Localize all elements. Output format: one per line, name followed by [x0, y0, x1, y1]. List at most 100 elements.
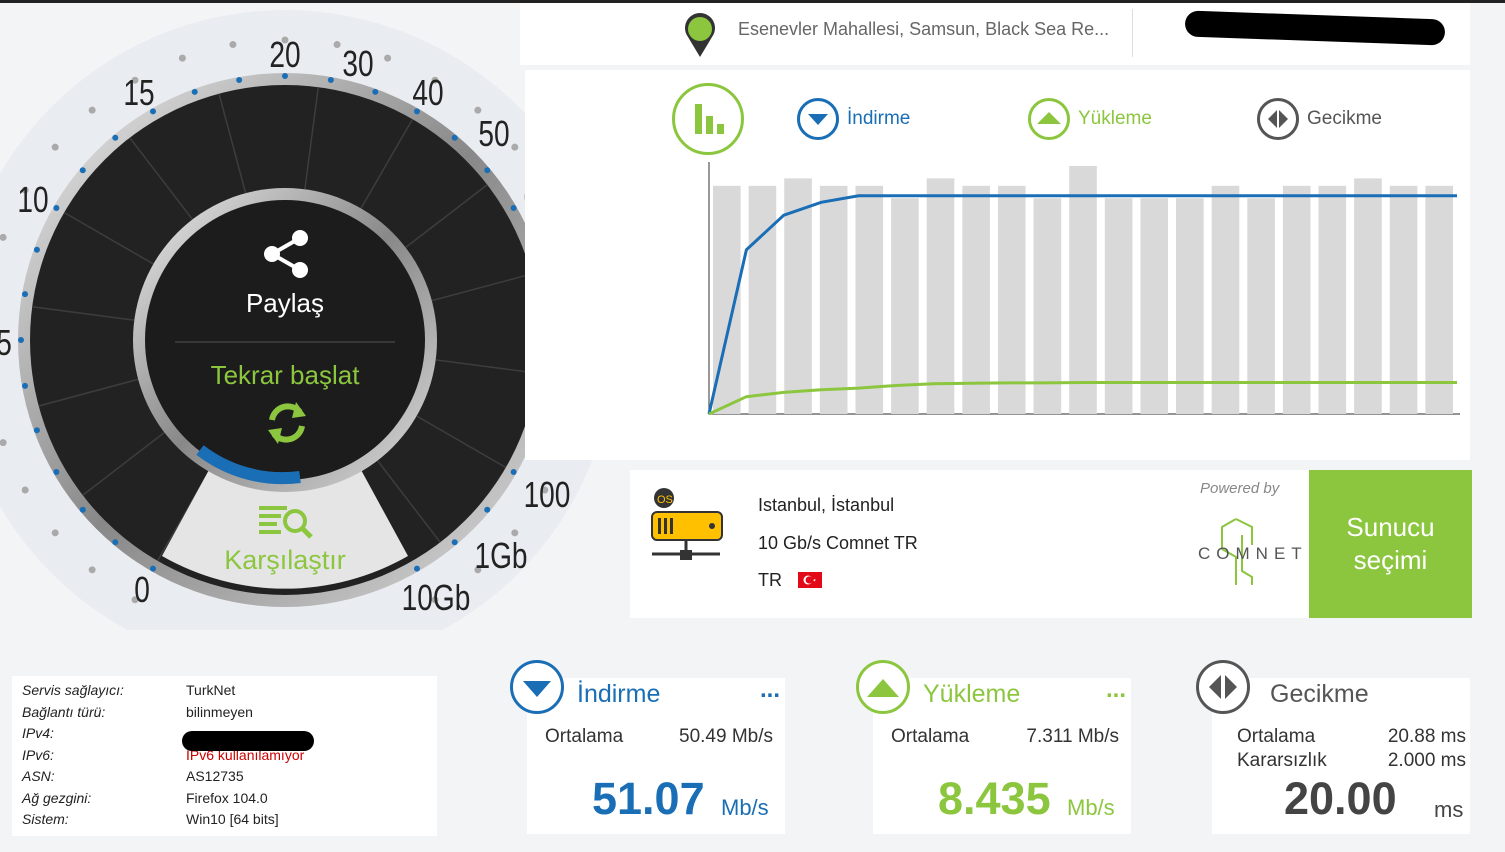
info-value: Win10 [64 bits] — [186, 811, 279, 827]
chart-bar — [1282, 185, 1311, 414]
download-avg-label: Ortalama — [545, 726, 624, 747]
latency-icon — [1257, 98, 1299, 140]
info-key: IPv4: — [22, 725, 54, 741]
gauge-marker — [112, 539, 119, 546]
svg-text:OS: OS — [657, 494, 673, 506]
gauge-marker — [53, 205, 60, 211]
upload-icon — [1028, 98, 1070, 140]
gauge-marker — [191, 88, 198, 95]
upload-card-icon — [856, 660, 910, 714]
gauge-dot — [384, 54, 392, 62]
gauge-marker — [510, 469, 517, 475]
gauge-marker — [451, 134, 458, 141]
download-more-button[interactable]: ... — [760, 676, 780, 704]
gauge-tick-label: 40 — [412, 72, 444, 113]
gauge-tick-label: 15 — [123, 72, 155, 113]
chart-bar — [891, 198, 919, 414]
server-country: TR — [758, 570, 782, 590]
gauge-tick-label: 10 — [17, 179, 49, 220]
gauge-marker — [236, 77, 243, 84]
chart-bar — [962, 185, 990, 414]
upload-avg-value: 7.311 Mb/s — [1026, 726, 1119, 747]
gauge-dot — [51, 143, 59, 151]
restart-icon[interactable] — [262, 398, 312, 453]
gauge-marker — [18, 337, 24, 343]
chart-bar — [819, 185, 848, 414]
chart-bar — [1389, 185, 1418, 414]
chart-bar — [1354, 178, 1382, 414]
gauge-dot — [178, 54, 186, 62]
gauge-dot — [333, 41, 341, 49]
compare-button[interactable]: Karşılaştır — [190, 545, 380, 576]
latency-card-icon — [1196, 660, 1250, 714]
gauge-tick-label: 20 — [269, 34, 301, 75]
latency-value: 20.00 — [1284, 773, 1397, 824]
gauge-tick-label: 100 — [523, 474, 571, 515]
restart-button[interactable]: Tekrar başlat — [170, 360, 400, 391]
upload-more-button[interactable]: ... — [1106, 676, 1126, 704]
latency-title: Gecikme — [1270, 680, 1369, 708]
legend-upload-label: Yükleme — [1078, 108, 1152, 129]
server-icon: OS — [651, 488, 723, 560]
connection-info: Servis sağlayıcı: TurkNet Bağlantı türü: bi… — [12, 676, 437, 836]
powered-by-label: Powered by — [1200, 480, 1280, 497]
gauge-tick-label: 1Gb — [474, 535, 528, 576]
gauge-marker — [484, 167, 491, 174]
download-card-icon — [510, 660, 564, 714]
compare-icon[interactable] — [257, 503, 313, 546]
upload-title: Yükleme — [923, 680, 1021, 708]
gauge-marker — [22, 382, 29, 389]
gauge-dot — [229, 41, 237, 49]
info-key: ASN: — [22, 768, 55, 784]
download-title: İndirme — [577, 680, 661, 708]
legend-download[interactable]: İndirme — [797, 98, 910, 140]
legend-upload[interactable]: Yükleme — [1028, 98, 1152, 140]
latency-jitter-value: 2.000 ms — [1387, 750, 1466, 771]
gauge-dot — [88, 566, 96, 574]
info-key: Servis sağlayıcı: — [22, 682, 124, 698]
server-host: 10 Gb/s Comnet TR — [758, 533, 918, 553]
gauge-marker — [414, 565, 420, 572]
chart-bar — [926, 178, 955, 414]
gauge-marker — [372, 88, 379, 95]
gauge-marker — [79, 167, 86, 174]
chart-bar — [855, 185, 884, 414]
gauge-marker — [327, 77, 334, 84]
info-value: TurkNet — [186, 682, 236, 698]
chart-bar — [997, 185, 1026, 414]
turkey-flag-icon — [798, 572, 822, 588]
download-value: 51.07 — [592, 773, 705, 824]
location-divider — [1132, 9, 1133, 57]
location-pin-icon — [685, 13, 715, 57]
info-value: bilinmeyen — [186, 703, 253, 720]
chart-bar — [1318, 185, 1347, 414]
info-key: Ağ gezgini: — [22, 789, 92, 806]
latency-avg-label: Ortalama — [1237, 726, 1316, 747]
download-icon — [797, 98, 839, 140]
speed-chart — [707, 162, 1460, 416]
upload-value: 8.435 — [938, 773, 1051, 824]
location-bar: Esenevler Mahallesi, Samsun, Black Sea R… — [520, 3, 1470, 65]
graph-icon[interactable] — [672, 83, 744, 155]
gauge-dot — [511, 143, 519, 151]
info-value: Firefox 104.0 — [186, 789, 268, 806]
gauge-marker — [150, 565, 156, 572]
share-button[interactable]: Paylaş — [185, 288, 385, 319]
download-unit: Mb/s — [721, 795, 769, 820]
legend-latency[interactable]: Gecikme — [1257, 98, 1382, 140]
gauge-marker — [79, 506, 86, 513]
upload-unit: Mb/s — [1067, 795, 1115, 820]
server-city: Istanbul, İstanbul — [758, 495, 895, 515]
gauge-tick-label: 10Gb — [401, 577, 471, 618]
upload-avg-label: Ortalama — [891, 726, 970, 747]
download-avg-value: 50.49 Mb/s — [679, 726, 773, 747]
share-icon[interactable] — [258, 226, 314, 287]
chart-panel: İndirme Yükleme Gecikme — [525, 70, 1470, 460]
info-key: Bağlantı türü: — [22, 703, 106, 720]
gauge-marker — [112, 134, 119, 141]
chart-bar — [1069, 166, 1097, 414]
select-server-button[interactable]: Sunucu seçimi — [1309, 470, 1472, 618]
gauge-marker — [53, 469, 60, 475]
redacted-ip — [1184, 10, 1446, 46]
latency-unit: ms — [1434, 797, 1464, 822]
